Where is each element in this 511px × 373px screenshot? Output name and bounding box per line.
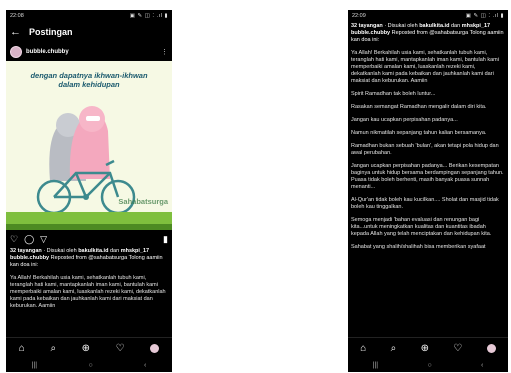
caption-author[interactable]: bubble.chubby (351, 30, 390, 36)
left-phone-screen: 22:08 ▣ ✎ ◫ ⁚ .ıl ▮ ← Postingan bubble.c… (6, 10, 172, 372)
recent-apps-icon[interactable]: ||| (373, 362, 378, 369)
add-post-icon[interactable]: ⊕ (82, 343, 90, 354)
system-home-icon[interactable]: ○ (427, 362, 431, 369)
system-home-icon[interactable]: ○ (88, 362, 92, 369)
view-count[interactable]: 32 tayangan (351, 23, 383, 29)
search-icon[interactable]: ⌕ (50, 343, 56, 354)
post-caption-expanded[interactable]: 32 tayangan · Disukai oleh bakulkita.id … (348, 21, 508, 251)
grass-ground (6, 212, 172, 230)
system-back-icon[interactable]: ‹ (144, 362, 146, 369)
home-icon[interactable]: ⌂ (19, 343, 25, 354)
system-nav-bar: ||| ○ ‹ (348, 358, 508, 372)
profile-avatar-icon[interactable] (150, 343, 160, 353)
caption-paragraph: Sahabat yang shalih/shalihah bisa member… (351, 244, 486, 250)
bookmark-icon[interactable]: ▮ (163, 234, 168, 245)
caption-paragraph: Spirit Ramadhan tak boleh luntur... (351, 91, 436, 97)
system-back-icon[interactable]: ‹ (481, 362, 483, 369)
avatar[interactable] (10, 46, 22, 58)
post-username[interactable]: bubble.chubby (26, 49, 157, 55)
post-image[interactable]: dengan dapatnya ikhwan-ikhwan dalam kehi… (6, 61, 172, 230)
system-nav-bar: ||| ○ ‹ (6, 358, 172, 372)
caption-paragraph: Ramadhan bukan sebuah 'bulan', akan teta… (351, 143, 499, 156)
caption-paragraph: Ya Allah! Berkahilah usia kami, sehatkan… (10, 275, 166, 309)
post-actions: ♡ ◯ ▽ ▮ (6, 230, 172, 248)
recent-apps-icon[interactable]: ||| (32, 362, 37, 369)
liked-by-user[interactable]: mhskpi_17 (462, 23, 490, 29)
activity-heart-icon[interactable]: ♡ (453, 343, 462, 354)
caption-paragraph: Rasakan semangat Ramadhan mengalir dalam… (351, 104, 487, 110)
post-header: bubble.chubby ⋮ (6, 43, 172, 61)
back-arrow-icon[interactable]: ← (10, 26, 21, 38)
post-caption: 32 tayangan · Disukai oleh bakulkita.id … (6, 248, 172, 310)
status-icons: ▣ ✎ ◫ ⁚ .ıl ▮ (465, 12, 504, 19)
like-heart-icon[interactable]: ♡ (10, 234, 18, 245)
search-icon[interactable]: ⌕ (391, 343, 397, 354)
caption-paragraph: Namun nikmatilah sepanjang tahun kalian … (351, 130, 487, 136)
profile-avatar-icon[interactable] (486, 343, 496, 353)
caption-paragraph: Semoga menjadi 'bahan evaluasi dan renun… (351, 217, 492, 237)
liked-by-user[interactable]: mhskpi_17 (121, 248, 149, 254)
bottom-nav: ⌂ ⌕ ⊕ ♡ (6, 337, 172, 358)
view-count[interactable]: 32 tayangan (10, 248, 42, 254)
caption-paragraph: Jangan kau ucapkan perpisahan padanya... (351, 117, 458, 123)
liked-by-user[interactable]: bakulkita.id (419, 23, 449, 29)
activity-heart-icon[interactable]: ♡ (116, 343, 125, 354)
more-options-icon[interactable]: ⋮ (161, 48, 168, 56)
liked-by-user[interactable]: bakulkita.id (78, 248, 108, 254)
caption-paragraph: Al-Qur'an tidak boleh kau kuciIkan.... S… (351, 197, 499, 210)
comment-icon[interactable]: ◯ (24, 234, 34, 245)
status-bar: 22:09 ▣ ✎ ◫ ⁚ .ıl ▮ (348, 10, 508, 21)
home-icon[interactable]: ⌂ (360, 343, 366, 354)
caption-paragraph: Jangan ucapkan perpisahan padanya... Ber… (351, 163, 504, 190)
bottom-nav: ⌂ ⌕ ⊕ ♡ (348, 337, 508, 358)
app-bar: ← Postingan (6, 21, 172, 43)
caption-paragraph: Ya Allah! Berkahilah usia kami, sehatkan… (351, 50, 499, 84)
share-send-icon[interactable]: ▽ (40, 234, 47, 245)
status-icons: ▣ ✎ ◫ ⁚ .ıl ▮ (129, 12, 168, 19)
image-watermark: Sahabatsurga (118, 197, 168, 206)
status-bar: 22:08 ▣ ✎ ◫ ⁚ .ıl ▮ (6, 10, 172, 21)
right-phone-screen: 22:09 ▣ ✎ ◫ ⁚ .ıl ▮ 32 tayangan · Disuka… (348, 10, 508, 372)
status-time: 22:08 (10, 12, 24, 19)
add-post-icon[interactable]: ⊕ (421, 343, 429, 354)
page-title: Postingan (29, 27, 73, 37)
caption-author[interactable]: bubble.chubby (10, 255, 49, 261)
status-time: 22:09 (352, 12, 366, 19)
